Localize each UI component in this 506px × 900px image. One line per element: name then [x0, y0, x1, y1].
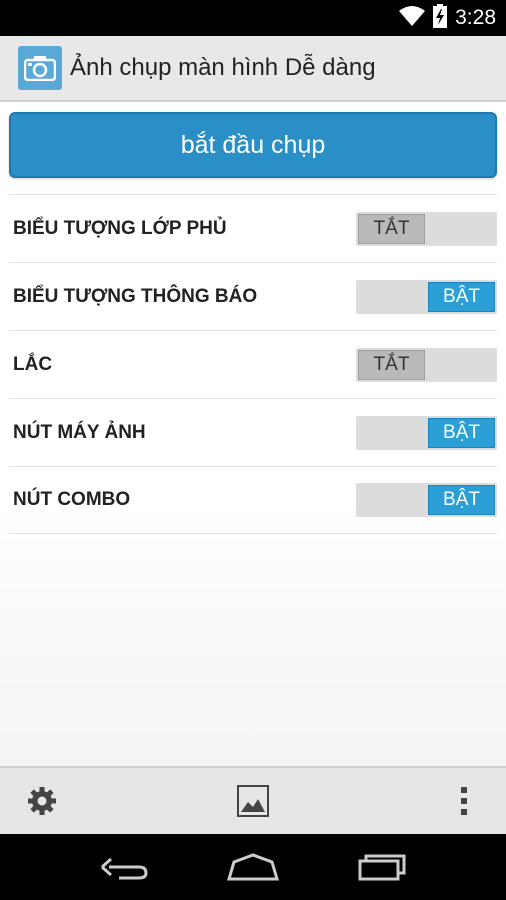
overflow-menu-icon[interactable]: [448, 784, 480, 818]
settings-gear-icon[interactable]: [26, 784, 58, 818]
setting-overlay-icon: BIỂU TƯỢNG LỚP PHỦ TẮT: [9, 194, 497, 262]
shake-toggle[interactable]: TẮT: [356, 347, 497, 382]
bottom-toolbar: [0, 766, 506, 834]
page-title: Ảnh chụp màn hình Dễ dàng: [70, 54, 376, 81]
notification-icon-toggle[interactable]: BẬT: [356, 279, 497, 314]
camera-button-toggle[interactable]: BẬT: [356, 415, 497, 450]
wifi-icon: [399, 5, 426, 32]
setting-shake: LẮC TẮT: [9, 330, 497, 398]
recent-apps-icon[interactable]: [352, 847, 412, 887]
system-nav-bar: [0, 834, 506, 900]
setting-camera-button: NÚT MÁY ẢNH BẬT: [9, 398, 497, 466]
status-bar: 3:28: [0, 0, 506, 36]
gallery-image-icon[interactable]: [237, 784, 269, 818]
battery-charging-icon: [433, 3, 448, 33]
setting-notification-icon: BIỂU TƯỢNG THÔNG BÁO BẬT: [9, 262, 497, 330]
setting-label: NÚT MÁY ẢNH: [13, 421, 146, 443]
toggle-thumb: BẬT: [428, 281, 495, 312]
home-icon[interactable]: [223, 847, 283, 887]
back-icon[interactable]: [94, 847, 154, 887]
toggle-thumb: BẬT: [428, 417, 495, 448]
main-content: bắt đầu chụp BIỂU TƯỢNG LỚP PHỦ TẮT BIỂU…: [0, 102, 506, 766]
action-bar: Ảnh chụp màn hình Dễ dàng: [0, 36, 506, 102]
setting-label: BIỂU TƯỢNG LỚP PHỦ: [13, 217, 227, 239]
setting-combo-button: NÚT COMBO BẬT: [9, 466, 497, 534]
settings-list: BIỂU TƯỢNG LỚP PHỦ TẮT BIỂU TƯỢNG THÔNG …: [9, 194, 497, 534]
setting-label: NÚT COMBO: [13, 489, 131, 510]
clock: 3:28: [455, 6, 496, 29]
toggle-thumb: BẬT: [428, 485, 495, 515]
combo-button-toggle[interactable]: BẬT: [356, 483, 497, 517]
setting-label: BIỂU TƯỢNG THÔNG BÁO: [13, 285, 258, 307]
toggle-thumb: TẮT: [358, 349, 425, 380]
camera-icon[interactable]: [18, 46, 62, 90]
overlay-icon-toggle[interactable]: TẮT: [356, 211, 497, 246]
start-capture-button[interactable]: bắt đầu chụp: [9, 112, 497, 178]
setting-label: LẮC: [13, 353, 53, 375]
toggle-thumb: TẮT: [358, 213, 425, 244]
